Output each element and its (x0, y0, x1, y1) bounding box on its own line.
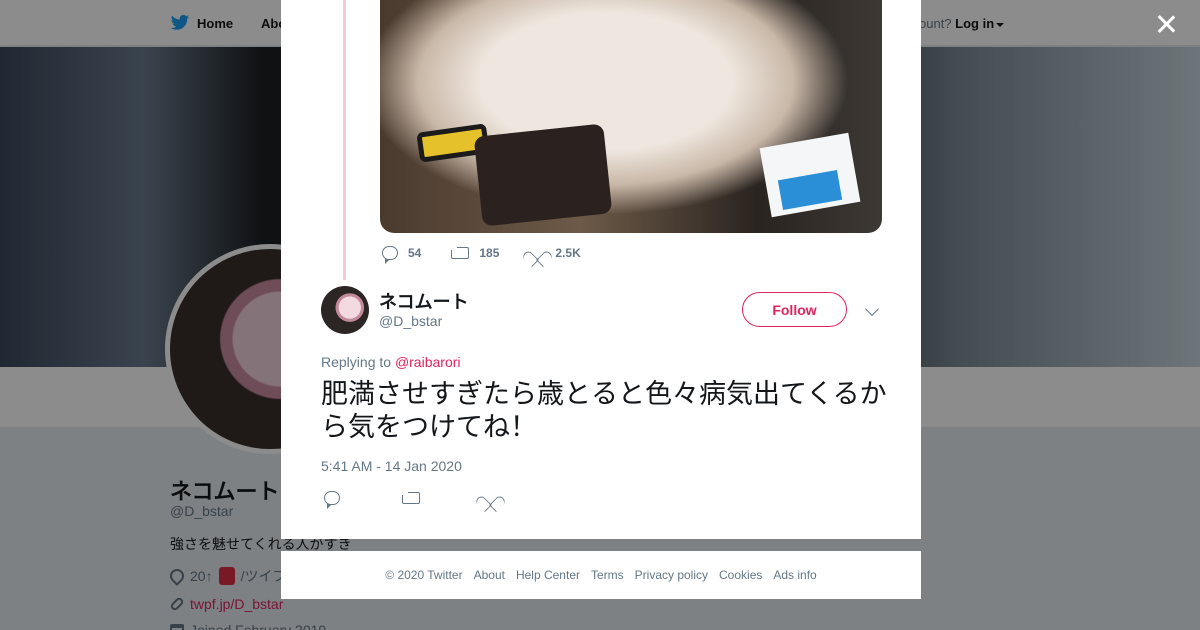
chevron-down-icon[interactable] (864, 301, 880, 317)
footer-copyright: © 2020 Twitter (385, 568, 463, 582)
footer-link-cookies[interactable]: Cookies (719, 568, 762, 582)
footer-link-ads-info[interactable]: Ads info (773, 568, 816, 582)
reply-button[interactable] (324, 490, 340, 509)
footer-link-about[interactable]: About (474, 568, 505, 582)
heart-icon (482, 490, 498, 505)
reply-icon (324, 490, 340, 509)
author-name[interactable]: ネコムート (379, 288, 469, 314)
tweet-timestamp[interactable]: 5:41 AM - 14 Jan 2020 (321, 458, 462, 474)
retweet-button[interactable] (402, 488, 420, 504)
replying-label: Replying to (321, 354, 392, 370)
retweet-button[interactable]: 185 (451, 243, 500, 260)
like-count: 2.5K (555, 245, 581, 260)
replying-mention-link[interactable]: @raibarori (395, 354, 461, 370)
like-button[interactable] (482, 490, 498, 505)
follow-button[interactable]: Follow (742, 292, 847, 327)
heart-icon (529, 245, 545, 260)
tweet-actions (324, 488, 560, 509)
reply-button[interactable]: 54 (382, 245, 422, 264)
close-icon[interactable] (1153, 11, 1179, 37)
reply-count: 54 (408, 245, 422, 260)
thread-connector (343, 0, 346, 280)
footer: © 2020 Twitter About Help Center Terms P… (281, 551, 921, 599)
tweet-text: 肥満させすぎたら歳とると色々病気出てくるから気をつけてね！ (321, 379, 887, 442)
quoted-tweet-actions: 54 185 2.5K (382, 243, 611, 264)
reply-icon (382, 245, 398, 264)
photo-wallet-shape (473, 123, 613, 227)
retweet-icon (451, 243, 470, 259)
author-avatar[interactable] (321, 286, 369, 334)
replying-to: Replying to @raibarori (321, 354, 461, 370)
footer-link-terms[interactable]: Terms (591, 568, 624, 582)
like-button[interactable]: 2.5K (529, 245, 580, 260)
author-handle[interactable]: @D_bstar (379, 313, 442, 329)
footer-link-help-center[interactable]: Help Center (516, 568, 580, 582)
tweet-photo[interactable] (380, 0, 882, 233)
footer-link-privacy[interactable]: Privacy policy (635, 568, 708, 582)
tweet-modal: 54 185 2.5K ネコムート @D_bstar Follow Replyi… (281, 0, 921, 539)
retweet-icon (402, 488, 420, 504)
retweet-count: 185 (479, 245, 500, 260)
